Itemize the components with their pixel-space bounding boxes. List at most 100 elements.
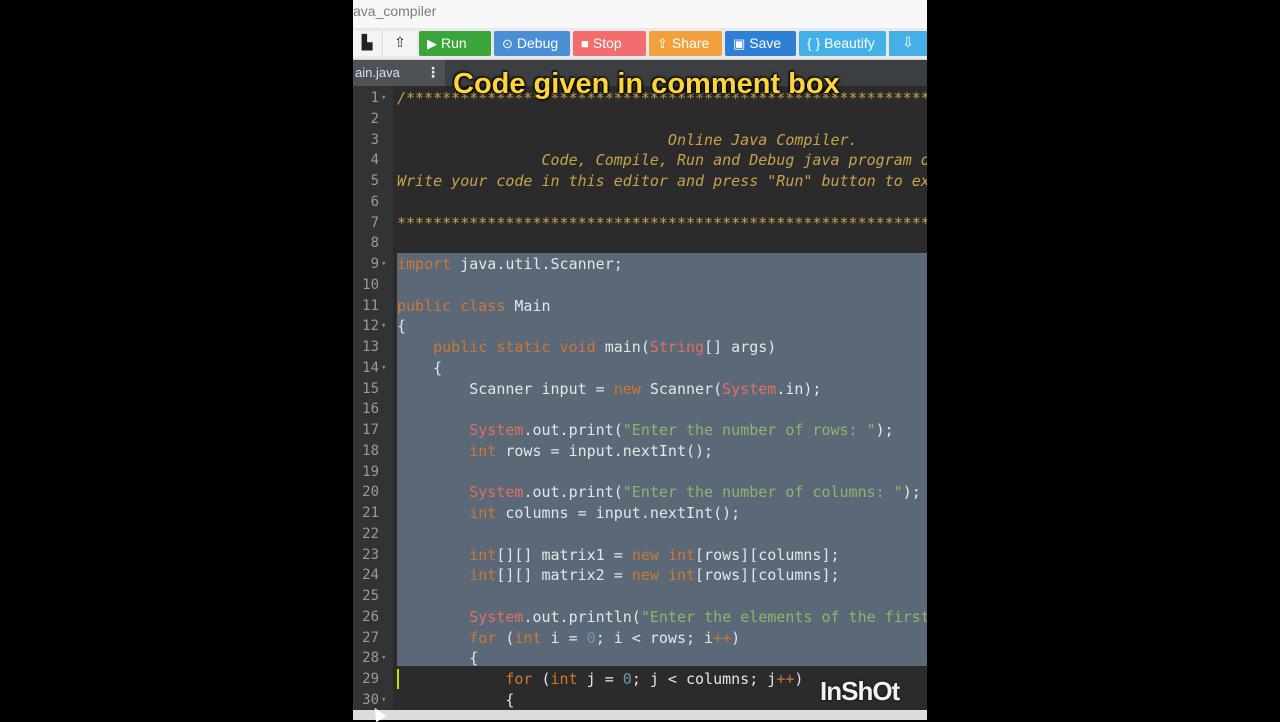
code-line: 3 Online Java Compiler.: [353, 130, 927, 151]
button-label: Run: [441, 35, 467, 51]
line-number: 11: [362, 297, 379, 314]
code-editor[interactable]: 1 ▾/*************************************…: [353, 86, 927, 720]
share-icon: ⇪: [657, 36, 668, 51]
inshot-watermark: InShOt: [820, 676, 900, 706]
line-number: 9: [370, 256, 379, 272]
code-line: 23 int[][] matrix1 = new int[rows][colum…: [353, 545, 927, 566]
code-text: System.out.print("Enter the number of co…: [469, 483, 921, 502]
line-number: 17: [362, 422, 379, 438]
code-text: Scanner input = new Scanner(System.in);: [397, 379, 822, 398]
code-text: public static void main(String[] args): [433, 338, 777, 356]
code-text: {: [397, 649, 479, 668]
line-number: 6: [370, 193, 379, 210]
line-number: 26: [362, 608, 379, 625]
code-text: Code, Compile, Run and Debug java progra…: [397, 151, 927, 170]
code-line: 2: [353, 109, 927, 130]
browser-frame: ava_compiler ▙ ⇧ ▶ Run ⊙ Debug ■ Stop ⇪ Share ▣ S…: [353, 0, 927, 720]
code-line: 5 Write your code in this editor and pres…: [353, 171, 927, 192]
code-line: 25: [353, 586, 927, 607]
line-number: 19: [362, 463, 379, 480]
line-number: 4: [370, 152, 379, 169]
debug-button[interactable]: ⊙ Debug: [494, 31, 570, 56]
button-label: Debug: [516, 35, 559, 51]
fold-arrow-icon[interactable]: ▾: [381, 88, 386, 109]
code-line: 21 int columns = input.nextInt();: [353, 503, 927, 524]
code-line: 4 Code, Compile, Run and Debug java prog…: [353, 150, 927, 171]
tab-menu-icon[interactable]: ⋮: [425, 60, 441, 86]
code-line: 24 int[][] matrix2 = new int[rows][colum…: [353, 565, 927, 586]
code-text: public class Main: [397, 296, 551, 315]
line-number: 16: [362, 401, 379, 418]
button-label: Share: [671, 35, 710, 51]
line-number: 22: [362, 525, 379, 542]
code-line: 8: [353, 233, 927, 254]
play-icon: ▶: [427, 36, 437, 51]
upload-icon[interactable]: ⇧: [383, 31, 417, 56]
button-label: Save: [749, 35, 782, 51]
code-line: 27 for (int i = 0; i < rows; i++): [353, 628, 927, 649]
horizontal-scrollbar[interactable]: [353, 710, 927, 720]
line-number: 18: [362, 442, 379, 459]
code-line: 28 ▾ {: [353, 648, 927, 669]
line-number: 7: [370, 214, 379, 231]
file-icon[interactable]: ▙: [353, 31, 381, 56]
debug-icon: ⊙: [502, 36, 513, 51]
video-caption: Code given in comment box: [453, 68, 840, 100]
code-line: 15 Scanner input = new Scanner(System.in…: [353, 379, 927, 400]
code-text: Online Java Compiler.: [397, 130, 858, 149]
code-line: 14 ▾ {: [353, 358, 927, 379]
save-button[interactable]: ▣ Save: [725, 31, 796, 56]
code-line: 11 public class Main: [353, 296, 927, 317]
code-text: import java.util.Scanner;: [397, 255, 623, 273]
line-number: 8: [370, 235, 379, 252]
code-text: {: [397, 358, 443, 377]
fold-arrow-icon[interactable]: ▾: [381, 358, 386, 379]
button-label: { } Beautify: [807, 35, 875, 51]
window-title: ava_compiler: [353, 3, 437, 19]
code-text: int rows = input.nextInt();: [469, 441, 714, 460]
code-line: 22: [353, 524, 927, 545]
code-text: for (int i = 0; i < rows; i++): [469, 628, 741, 647]
line-number: 3: [370, 131, 379, 148]
fold-arrow-icon[interactable]: ▾: [381, 316, 386, 337]
line-number: 13: [362, 339, 379, 355]
line-number: 12: [362, 318, 379, 335]
toolbar: ▙ ⇧ ▶ Run ⊙ Debug ■ Stop ⇪ Share ▣ Save{ } Beauti…: [353, 28, 927, 60]
stop-icon: ■: [581, 36, 589, 51]
line-number: 29: [362, 671, 379, 687]
code-text: for (int j = 0; j < columns; j++): [505, 670, 804, 688]
text-cursor: [397, 669, 399, 689]
line-number: 25: [362, 588, 379, 604]
line-number: 14: [362, 359, 379, 376]
save-icon: ▣: [733, 36, 746, 51]
code-text: Write your code in this editor and press…: [397, 172, 927, 190]
beautify-button[interactable]: { } Beautify: [799, 31, 886, 56]
code-line: 13 public static void main(String[] args…: [353, 337, 927, 358]
line-number: 5: [370, 173, 379, 189]
line-number: 15: [362, 380, 379, 397]
download-icon[interactable]: ⇩: [889, 31, 927, 56]
run-button[interactable]: ▶ Run: [419, 31, 491, 56]
button-label: Stop: [592, 35, 622, 51]
line-number: 20: [362, 484, 379, 501]
line-number: 2: [370, 110, 379, 127]
code-line: 17 System.out.print("Enter the number of…: [353, 420, 927, 441]
stop-button[interactable]: ■ Stop: [573, 31, 646, 56]
code-text: int[][] matrix2 = new int[rows][columns]…: [469, 566, 840, 585]
code-line: 18 int rows = input.nextInt();: [353, 441, 927, 462]
fold-arrow-icon[interactable]: ▾: [381, 254, 386, 275]
code-line: 12 ▾ {: [353, 316, 927, 337]
code-line: 6: [353, 192, 927, 213]
code-text: System.out.print("Enter the number of ro…: [469, 421, 894, 439]
line-number: 23: [362, 546, 379, 563]
share-button[interactable]: ⇪ Share: [649, 31, 722, 56]
window-title-bar: ava_compiler: [353, 0, 927, 28]
fold-arrow-icon[interactable]: ▾: [381, 648, 386, 669]
code-text: ****************************************…: [397, 213, 927, 232]
code-text: int[][] matrix1 = new int[rows][columns]…: [469, 545, 840, 564]
line-number: 24: [362, 567, 379, 584]
code-line: 20 System.out.print("Enter the number of…: [353, 482, 927, 503]
code-line: 7 ***************************************…: [353, 213, 927, 234]
code-line: 9 ▾ import java.util.Scanner;: [353, 254, 927, 275]
line-number: 28: [362, 650, 379, 667]
